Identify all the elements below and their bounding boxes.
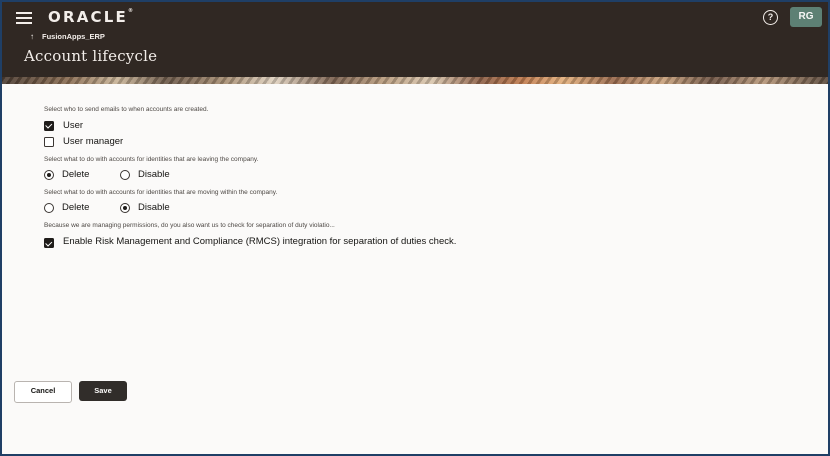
leaving-prompt: Select what to do with accounts for iden… [44,156,259,163]
radio-moving-disable-button[interactable] [120,202,130,213]
radio-leaving-disable[interactable]: Disable [120,169,170,180]
logo-text: ORACLE [48,8,128,26]
arrow-up-icon: ↑ [30,32,34,41]
sod-prompt: Because we are managing permissions, do … [44,222,335,229]
radio-leaving-disable-label: Disable [138,169,170,180]
help-icon[interactable]: ? [763,10,778,25]
page-header: ORACLE® ? RG ↑ FusionApps_ERP Account lif… [2,2,828,84]
back-link-label: FusionApps_ERP [42,32,105,41]
checkbox-user-manager[interactable]: User manager [44,136,123,147]
checkbox-user[interactable]: User [44,120,83,131]
save-button[interactable]: Save [79,381,127,401]
radio-moving-disable[interactable]: Disable [120,202,170,213]
checkbox-user-manager-label: User manager [63,136,124,147]
radio-moving-delete-label: Delete [62,202,90,213]
checkbox-rmcs-label: Enable Risk Management and Compliance (R… [63,236,457,247]
logo-registered: ® [127,8,133,14]
oracle-logo: ORACLE® [48,8,133,26]
emails-prompt: Select who to send emails to when accoun… [44,106,209,113]
radio-leaving-delete[interactable]: Delete [44,169,89,180]
decorative-banner-pattern [2,77,828,84]
back-link[interactable]: ↑ FusionApps_ERP [30,32,105,41]
checkbox-user-manager-box[interactable] [44,136,54,147]
cancel-button[interactable]: Cancel [14,381,72,403]
checkbox-rmcs[interactable]: Enable Risk Management and Compliance (R… [44,237,493,248]
radio-moving-delete-button[interactable] [44,202,54,213]
hamburger-menu-icon[interactable] [16,12,32,24]
user-avatar[interactable]: RG [790,7,822,27]
checkbox-rmcs-box[interactable] [44,238,54,248]
radio-leaving-delete-button[interactable] [44,169,54,180]
radio-leaving-delete-label: Delete [62,169,90,180]
radio-leaving-disable-button[interactable] [120,169,130,180]
checkbox-user-box[interactable] [44,120,54,131]
checkbox-user-label: User [63,120,84,131]
page-title: Account lifecycle [24,47,158,65]
moving-prompt: Select what to do with accounts for iden… [44,189,278,196]
radio-moving-delete[interactable]: Delete [44,202,89,213]
radio-moving-disable-label: Disable [138,202,170,213]
app-frame: ORACLE® ? RG ↑ FusionApps_ERP Account lif… [0,0,830,456]
form-content: Select who to send emails to when accoun… [2,84,828,454]
